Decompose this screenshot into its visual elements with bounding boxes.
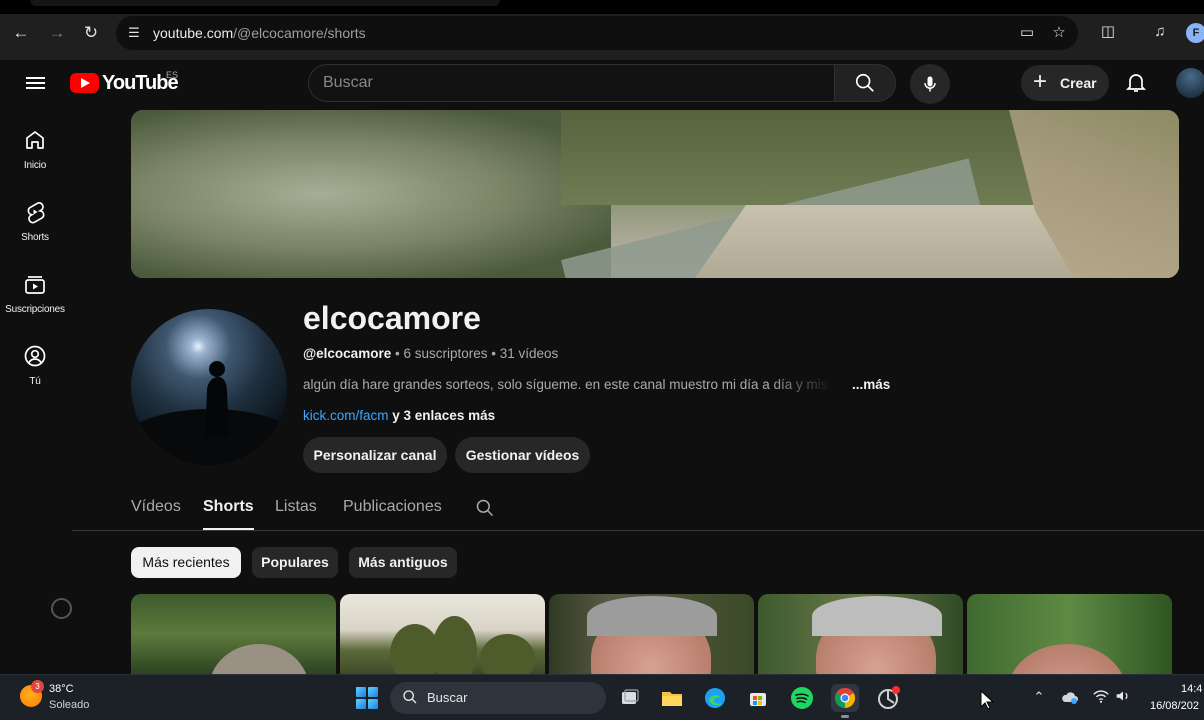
chip-mas-recientes[interactable]: Más recientes bbox=[131, 547, 241, 578]
task-view-icon[interactable] bbox=[616, 684, 644, 712]
channel-link[interactable]: kick.com/facm bbox=[303, 408, 389, 423]
forward-arrow-icon[interactable]: → bbox=[46, 22, 68, 44]
notifications-bell-icon[interactable] bbox=[1124, 70, 1150, 96]
youtube-play-icon bbox=[70, 73, 99, 93]
chip-mas-antiguos[interactable]: Más antiguos bbox=[349, 547, 457, 578]
customize-channel-button[interactable]: Personalizar canal bbox=[303, 437, 447, 473]
microphone-icon bbox=[924, 76, 936, 92]
sidebar-item-label: Tú bbox=[29, 376, 41, 387]
browser-toolbar: ← → ↻ ☰ youtube.com/@elcocamore/shorts ▭… bbox=[0, 0, 1204, 60]
sidebar-item-tu[interactable]: Tú bbox=[0, 336, 70, 398]
channel-meta: @elcocamore • 6 suscriptores • 31 vídeos bbox=[303, 346, 558, 361]
taskbar-search[interactable]: Buscar bbox=[390, 682, 606, 714]
windows-start-icon[interactable] bbox=[356, 687, 378, 709]
url-text: youtube.com/@elcocamore/shorts bbox=[153, 25, 366, 41]
short-thumbnail[interactable] bbox=[758, 594, 963, 674]
search-button[interactable] bbox=[834, 64, 896, 102]
file-explorer-icon[interactable] bbox=[658, 684, 686, 712]
country-code: ES bbox=[166, 70, 179, 80]
voice-search-button[interactable] bbox=[910, 64, 950, 104]
extensions-icon[interactable]: ◫ bbox=[1097, 21, 1119, 43]
tab-listas[interactable]: Listas bbox=[275, 490, 317, 530]
description-more-link[interactable]: ...más bbox=[852, 377, 890, 392]
browser-profile-avatar[interactable]: F bbox=[1186, 23, 1204, 43]
weather-temperature[interactable]: 38°C bbox=[49, 683, 74, 695]
recording-app-icon[interactable] bbox=[874, 684, 902, 712]
subscriptions-icon bbox=[25, 276, 45, 294]
tab-videos[interactable]: Vídeos bbox=[131, 490, 181, 530]
shorts-icon bbox=[27, 202, 45, 224]
media-controls-icon[interactable]: ♫ bbox=[1149, 21, 1171, 43]
sidebar-item-inicio[interactable]: Inicio bbox=[0, 120, 70, 182]
screen: ← → ↻ ☰ youtube.com/@elcocamore/shorts ▭… bbox=[0, 0, 1204, 720]
channel-search-icon[interactable] bbox=[475, 498, 495, 518]
create-button[interactable]: + Crear bbox=[1021, 65, 1109, 101]
taskbar-search-label: Buscar bbox=[427, 690, 468, 705]
search-icon bbox=[403, 690, 417, 704]
taskbar-clock-time[interactable]: 14:4 bbox=[1181, 683, 1202, 695]
edge-browser-icon[interactable] bbox=[701, 684, 729, 712]
search-input[interactable] bbox=[323, 65, 823, 101]
you-icon bbox=[24, 345, 46, 367]
channel-stats: • 6 suscriptores • 31 vídeos bbox=[391, 346, 559, 361]
spotify-icon[interactable] bbox=[788, 684, 816, 712]
address-bar[interactable]: ☰ youtube.com/@elcocamore/shorts ▭ ☆ bbox=[116, 16, 1078, 50]
tab-shorts[interactable]: Shorts bbox=[203, 490, 254, 530]
install-app-icon[interactable]: ▭ bbox=[1017, 23, 1037, 43]
channel-name: elcocamore bbox=[303, 300, 481, 336]
browser-tab[interactable] bbox=[30, 0, 500, 6]
create-label: Crear bbox=[1060, 75, 1097, 91]
tabs-divider bbox=[72, 530, 1204, 531]
tab-publicaciones[interactable]: Publicaciones bbox=[343, 490, 442, 530]
windows-taskbar: 3 38°C Soleado Buscar ⌃ 14:4 16/08/202 bbox=[0, 674, 1204, 720]
sidebar-item-label: Inicio bbox=[23, 160, 47, 171]
channel-description[interactable]: algún día hare grandes sorteos, solo síg… bbox=[303, 377, 833, 392]
url-path: /@elcocamore/shorts bbox=[233, 25, 366, 41]
home-icon bbox=[26, 131, 44, 149]
chrome-icon[interactable] bbox=[831, 684, 859, 718]
mouse-cursor-icon bbox=[980, 690, 994, 710]
sidebar-item-shorts[interactable]: Shorts bbox=[0, 192, 70, 254]
chip-populares[interactable]: Populares bbox=[252, 547, 338, 578]
account-avatar[interactable] bbox=[1176, 68, 1204, 98]
show-hidden-icons-chevron-icon[interactable]: ⌃ bbox=[1029, 687, 1049, 707]
microsoft-store-icon[interactable] bbox=[744, 684, 772, 712]
sidebar-item-label: Suscripciones bbox=[5, 304, 65, 315]
hamburger-menu-icon[interactable] bbox=[24, 71, 48, 95]
manage-videos-button[interactable]: Gestionar vídeos bbox=[455, 437, 590, 473]
wifi-icon[interactable] bbox=[1091, 687, 1111, 707]
youtube-logo[interactable]: YouTube bbox=[70, 72, 179, 94]
site-settings-icon[interactable]: ☰ bbox=[124, 23, 144, 43]
onedrive-cloud-icon[interactable] bbox=[1060, 687, 1080, 707]
channel-avatar[interactable] bbox=[131, 309, 287, 465]
channel-links: kick.com/facm y 3 enlaces más bbox=[303, 408, 495, 423]
plus-icon: + bbox=[1033, 68, 1048, 95]
browser-tab-strip bbox=[0, 0, 1204, 14]
weather-condition[interactable]: Soleado bbox=[49, 699, 89, 711]
back-arrow-icon[interactable]: ← bbox=[10, 22, 32, 44]
channel-banner bbox=[131, 110, 1179, 278]
more-links[interactable]: y 3 enlaces más bbox=[389, 408, 495, 423]
youtube-header: YouTube ES + Crear bbox=[0, 60, 1204, 106]
silhouette-figure bbox=[205, 361, 229, 437]
short-thumbnail[interactable] bbox=[131, 594, 336, 674]
loading-spinner-icon bbox=[51, 598, 72, 619]
short-thumbnail[interactable] bbox=[340, 594, 545, 674]
search-icon bbox=[855, 73, 874, 92]
url-host: youtube.com bbox=[153, 25, 234, 41]
channel-handle: @elcocamore bbox=[303, 346, 392, 361]
short-thumbnail[interactable] bbox=[549, 594, 754, 674]
taskbar-clock-date[interactable]: 16/08/202 bbox=[1150, 700, 1199, 712]
sidebar-item-label: Shorts bbox=[21, 232, 49, 243]
reload-icon[interactable]: ↻ bbox=[80, 22, 102, 44]
volume-speaker-icon[interactable] bbox=[1113, 687, 1133, 707]
short-thumbnail[interactable] bbox=[967, 594, 1172, 674]
weather-badge: 3 bbox=[31, 680, 44, 693]
bookmark-star-icon[interactable]: ☆ bbox=[1049, 23, 1069, 43]
sidebar-item-suscripciones[interactable]: Suscripciones bbox=[0, 264, 70, 326]
search-box bbox=[308, 64, 834, 102]
